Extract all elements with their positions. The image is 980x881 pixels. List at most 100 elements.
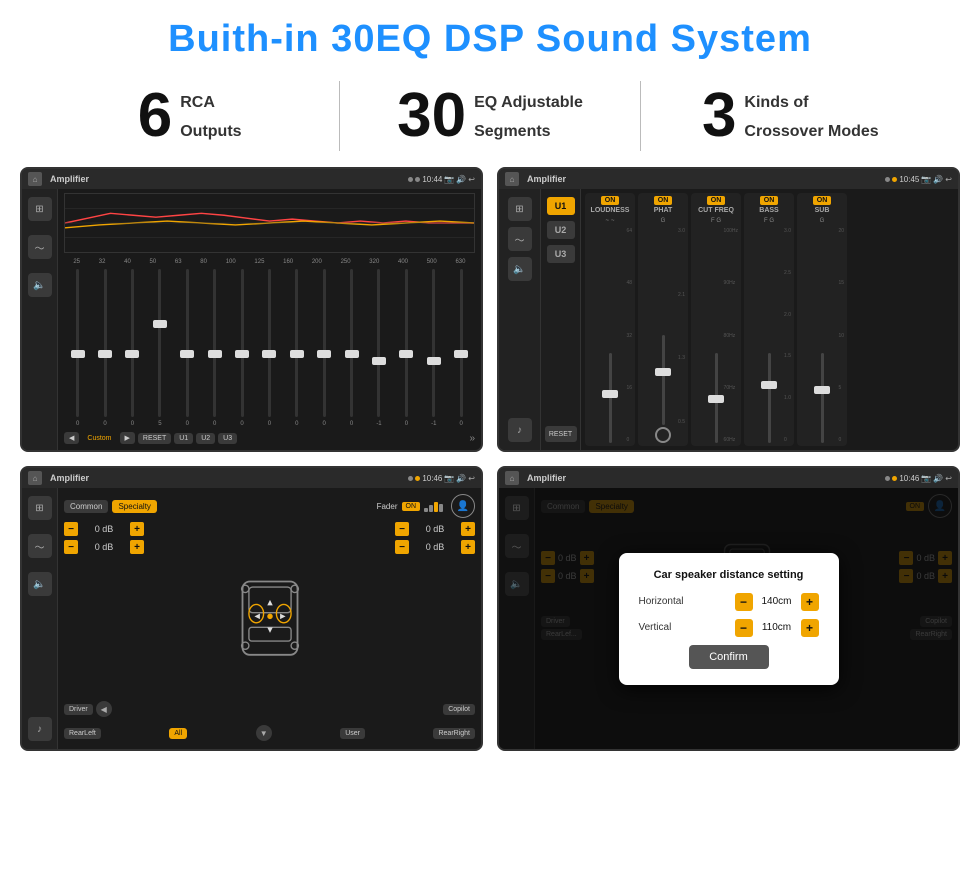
rearright-btn[interactable]: RearRight [433,728,475,739]
loudness-fader[interactable]: 64 48 32 16 0 [588,228,632,443]
db1-plus[interactable]: + [130,522,144,536]
phat-knob[interactable] [655,427,671,443]
eq-slider-1[interactable] [69,269,87,417]
mixer-reset-btn[interactable]: RESET [545,426,577,442]
db2-minus[interactable]: − [64,540,78,554]
sp3-layout-area: − 0 dB + − 0 dB + [64,522,475,695]
sp3-vol-icon[interactable]: ♪ [28,717,52,741]
status-dot-6 [415,476,420,481]
db3-plus[interactable]: + [461,522,475,536]
sub-on[interactable]: ON [813,196,832,205]
vertical-value: 110cm [757,622,797,633]
arrow-down-btn[interactable]: ▼ [256,725,272,741]
bass-on[interactable]: ON [760,196,779,205]
eq-slider-2[interactable] [96,269,114,417]
eq-slider-14[interactable] [425,269,443,417]
tab-specialty[interactable]: Specialty [112,500,156,513]
eq-slider-5[interactable] [178,269,196,417]
home-icon-2[interactable]: ⌂ [505,172,519,186]
stats-row: 6 RCA Outputs 30 EQ Adjustable Segments … [0,71,980,167]
eq-slider-12[interactable] [370,269,388,417]
mixer-u1-btn[interactable]: U1 [547,197,575,215]
screen3-time: 10:46 [422,474,442,483]
confirm-button[interactable]: Confirm [689,645,769,669]
sp3-left-controls: − 0 dB + − 0 dB + [64,522,144,695]
db3-minus[interactable]: − [395,522,409,536]
back-icon-4[interactable]: ↩ [945,474,952,483]
cutfreq-label: CUT FREQ [698,207,734,214]
eq-slider-15[interactable] [452,269,470,417]
eq-slider-8[interactable] [260,269,278,417]
camera-icon-1: 📷 [444,175,454,184]
mixer-left: ⊞ 〜 🔈 ♪ [499,189,541,450]
sub-fader[interactable]: 20 15 10 5 0 [800,228,844,443]
eq-u3-btn[interactable]: U3 [218,433,237,444]
cutfreq-on[interactable]: ON [707,196,726,205]
camera-icon-4: 📷 [921,474,931,483]
db4-minus[interactable]: − [395,540,409,554]
loudness-on[interactable]: ON [601,196,620,205]
mixer-u3-btn[interactable]: U3 [547,245,575,263]
sp3-speaker-icon[interactable]: 🔈 [28,572,52,596]
mixer-u2-btn[interactable]: U2 [547,221,575,239]
phat-on[interactable]: ON [654,196,673,205]
home-icon-1[interactable]: ⌂ [28,172,42,186]
stat-crossover: 3 Kinds of Crossover Modes [661,85,920,147]
eq-slider-4[interactable] [151,269,169,417]
sp3-eq-icon[interactable]: ⊞ [28,496,52,520]
eq-reset-btn[interactable]: RESET [138,433,171,444]
screen1-content: ⊞ 〜 🔈 [22,189,481,450]
vertical-plus[interactable]: + [801,619,819,637]
eq-slider-9[interactable] [288,269,306,417]
arrow-left-btn[interactable]: ◀ [96,701,112,717]
eq-play-btn[interactable]: ▶ [120,432,135,444]
sp3-wave-icon[interactable]: 〜 [28,534,52,558]
phat-fader[interactable]: 3.0 2.1 1.3 0.5 [641,228,685,425]
channel-bass: ON BASS F G 3.0 2.5 2.0 1.5 1.0 [744,193,794,446]
speaker-icon[interactable]: 🔈 [28,273,52,297]
back-icon-1[interactable]: ↩ [468,175,475,184]
eq-slider-3[interactable] [123,269,141,417]
channel-loudness: ON LOUDNESS ~ ~ 64 48 32 [585,193,635,446]
eq-slider-11[interactable] [343,269,361,417]
eq-prev-btn[interactable]: ◀ [64,432,79,444]
status-icons-3: 10:46 📷 🔊 ↩ [408,474,475,483]
eq-slider-6[interactable] [206,269,224,417]
bass-fader[interactable]: 3.0 2.5 2.0 1.5 1.0 0 [747,228,791,443]
mixer-wave-icon[interactable]: 〜 [508,227,532,251]
status-dot-1 [408,177,413,182]
back-icon-2[interactable]: ↩ [945,175,952,184]
mixer-vol-icon[interactable]: ♪ [508,418,532,442]
eq-value-labels: 0 0 0 5 0 0 0 0 0 0 0 -1 0 -1 0 [64,419,475,429]
rearleft-btn[interactable]: RearLeft [64,728,101,739]
driver-btn[interactable]: Driver [64,704,93,715]
home-icon-3[interactable]: ⌂ [28,471,42,485]
screen-speaker-layout: ⌂ Amplifier 10:46 📷 🔊 ↩ ⊞ 〜 🔈 ♪ [20,466,483,751]
eq-slider-13[interactable] [397,269,415,417]
cutfreq-fader[interactable]: 100Hz 90Hz 80Hz 70Hz 60Hz [694,228,738,443]
copilot-btn[interactable]: Copilot [443,704,475,715]
db1-minus[interactable]: − [64,522,78,536]
eq-slider-10[interactable] [315,269,333,417]
wave-icon[interactable]: 〜 [28,235,52,259]
db2-plus[interactable]: + [130,540,144,554]
fader-on-badge[interactable]: ON [402,502,421,511]
horizontal-plus[interactable]: + [801,593,819,611]
all-btn[interactable]: All [169,728,187,739]
db4-plus[interactable]: + [461,540,475,554]
mixer-speaker-icon[interactable]: 🔈 [508,257,532,281]
expand-icon[interactable]: » [469,433,475,444]
mixer-eq-icon[interactable]: ⊞ [508,197,532,221]
eq-icon[interactable]: ⊞ [28,197,52,221]
db2-val: 0 dB [81,542,127,552]
horizontal-minus[interactable]: − [735,593,753,611]
horizontal-row: Horizontal − 140cm + [639,593,819,611]
user-btn[interactable]: User [340,728,365,739]
home-icon-4[interactable]: ⌂ [505,471,519,485]
vertical-minus[interactable]: − [735,619,753,637]
back-icon-3[interactable]: ↩ [468,474,475,483]
eq-u2-btn[interactable]: U2 [196,433,215,444]
tab-common[interactable]: Common [64,500,108,513]
eq-u1-btn[interactable]: U1 [174,433,193,444]
eq-slider-7[interactable] [233,269,251,417]
